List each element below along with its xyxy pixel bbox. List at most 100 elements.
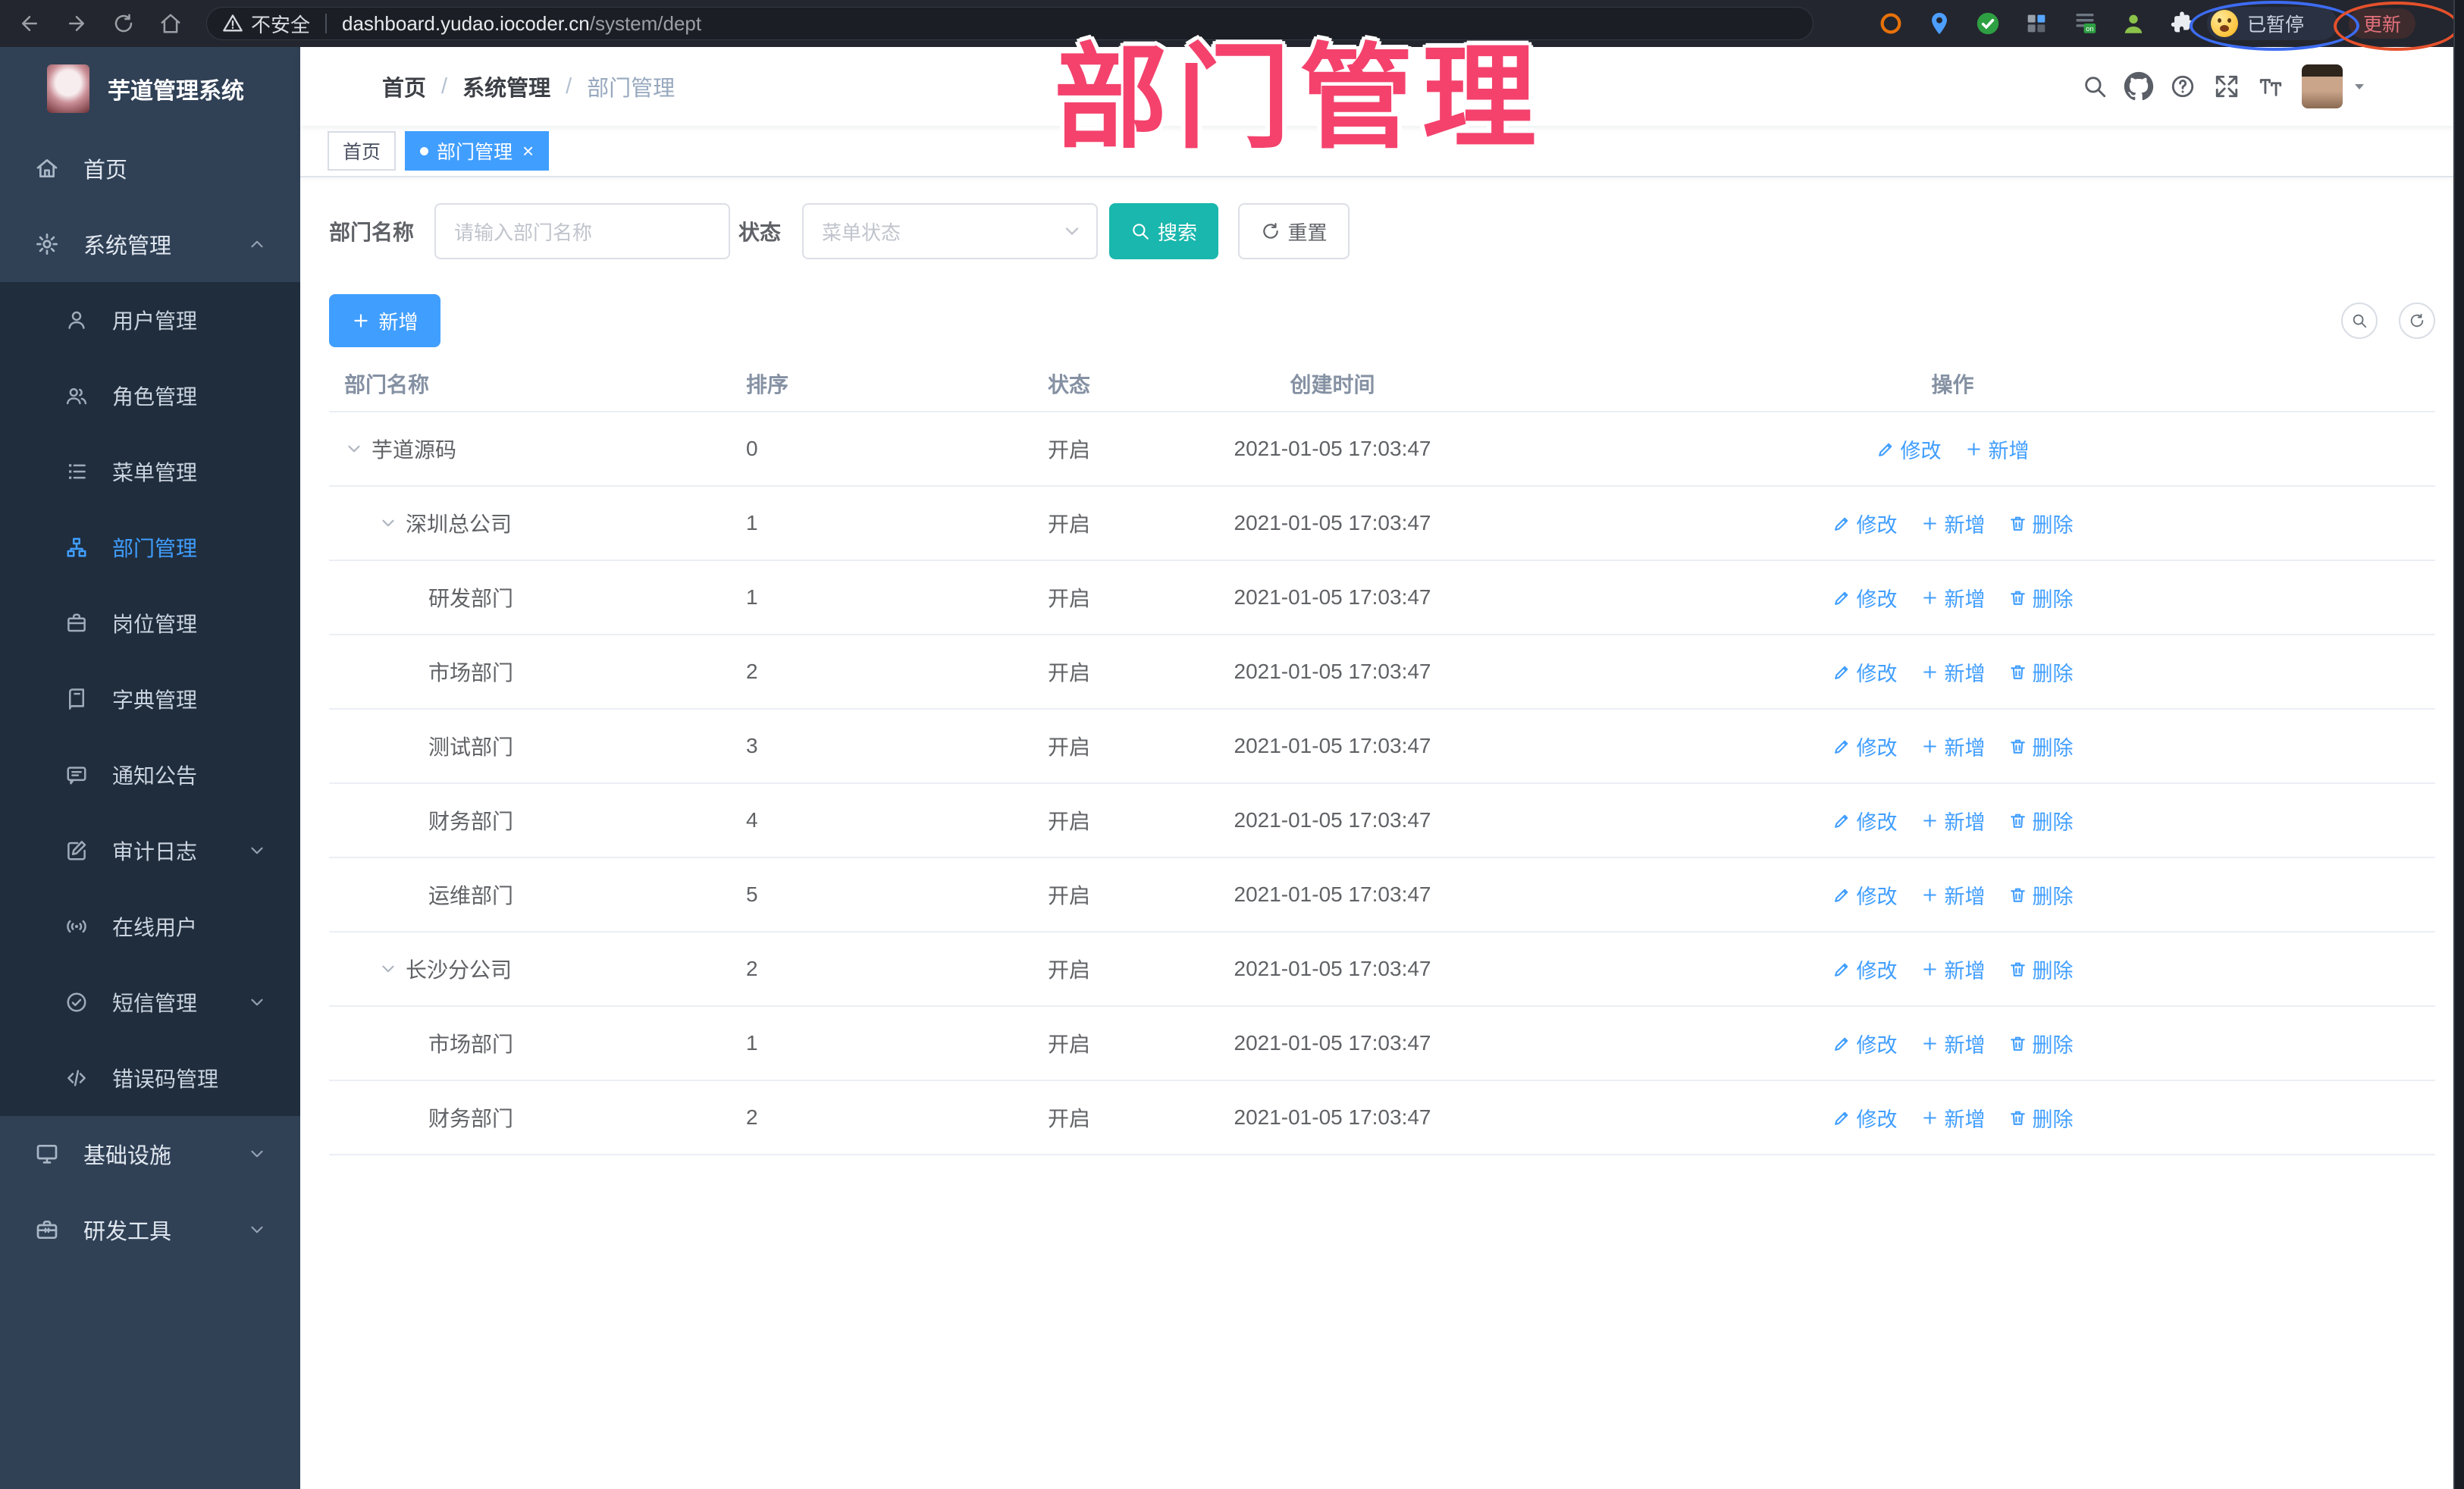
delete-link[interactable]: 删除 [2008, 657, 2074, 687]
sidebar-item-menu[interactable]: 菜单管理 [0, 434, 300, 509]
delete-link[interactable]: 删除 [2008, 732, 2074, 761]
add-link[interactable]: 新增 [1920, 509, 1986, 538]
github-button[interactable] [2117, 64, 2161, 108]
delete-link[interactable]: 删除 [2008, 509, 2074, 538]
add-link[interactable]: 新增 [1920, 880, 1986, 910]
logo-image [47, 64, 89, 113]
sidebar-item-role[interactable]: 角色管理 [0, 358, 300, 434]
edit-link[interactable]: 修改 [1832, 732, 1898, 761]
check-extension-icon[interactable] [1964, 0, 2012, 47]
edit-link-label: 修改 [1856, 1108, 1898, 1131]
delete-link[interactable]: 删除 [2008, 880, 2074, 910]
edit-link[interactable]: 修改 [1832, 657, 1898, 687]
edit-link[interactable]: 修改 [1832, 509, 1898, 538]
sidebar-item-user[interactable]: 用户管理 [0, 282, 300, 358]
add-link-label: 新增 [1944, 662, 1986, 685]
search-button[interactable] [2073, 64, 2117, 108]
created-time-cell: 2021-01-05 17:03:47 [1234, 957, 1431, 980]
profile-paused-chip[interactable]: 已暂停 [2207, 7, 2337, 40]
browser-menu-icon[interactable] [2420, 7, 2437, 40]
url-host[interactable]: dashboard.yudao.iocoder.cn [342, 12, 590, 36]
user-avatar[interactable] [2302, 64, 2343, 108]
search-button[interactable]: 搜索 [1109, 203, 1219, 259]
add-link[interactable]: 新增 [1920, 657, 1986, 687]
tree-expand-icon[interactable] [344, 439, 364, 459]
sidebar-item-system[interactable]: 系统管理 [0, 206, 300, 282]
sidebar-item-post[interactable]: 岗位管理 [0, 585, 300, 661]
edit-link[interactable]: 修改 [1832, 1029, 1898, 1058]
delete-link[interactable]: 删除 [2008, 806, 2074, 835]
delete-link[interactable]: 删除 [2008, 583, 2074, 613]
online-user-icon [65, 915, 88, 938]
add-button[interactable]: 新增 [329, 294, 440, 347]
pin-extension-icon[interactable] [1915, 0, 1964, 47]
grid-extension-icon[interactable] [2012, 0, 2061, 47]
toggle-search-button[interactable] [2341, 303, 2378, 339]
tab-item[interactable]: 首页 [328, 131, 397, 171]
edit-link[interactable]: 修改 [1832, 880, 1898, 910]
url-bar[interactable]: 不安全 dashboard.yudao.iocoder.cn/system/de… [206, 7, 1814, 40]
caret-down-icon[interactable] [2350, 77, 2368, 96]
breadcrumb-separator: / [441, 74, 448, 99]
edit-link[interactable]: 修改 [1832, 806, 1898, 835]
bookmark-star-icon[interactable] [1814, 10, 1841, 37]
person-extension-icon[interactable] [2109, 0, 2158, 47]
window-edge-scrollbar[interactable] [2453, 0, 2464, 1489]
forward-button[interactable] [53, 0, 100, 47]
sidebar-item-dict[interactable]: 字典管理 [0, 661, 300, 737]
delete-link[interactable]: 删除 [2008, 955, 2074, 984]
delete-link[interactable]: 删除 [2008, 1029, 2074, 1058]
edit-link[interactable]: 修改 [1832, 583, 1898, 613]
table-row: 芋道源码 0 开启 2021-01-05 17:03:47 修改 新增 [329, 412, 2435, 487]
sidebar-item-notice[interactable]: 通知公告 [0, 737, 300, 813]
reload-button[interactable] [100, 0, 147, 47]
sidebar-item-dept[interactable]: 部门管理 [0, 509, 300, 585]
breadcrumb-item[interactable]: 系统管理 [462, 71, 550, 102]
add-link[interactable]: 新增 [1920, 1029, 1986, 1058]
app-logo[interactable]: 芋道管理系统 [0, 47, 300, 130]
sidebar-item-auditlog[interactable]: 审计日志 [0, 813, 300, 889]
delete-link[interactable]: 删除 [2008, 1103, 2074, 1133]
audit-log-icon [65, 839, 88, 862]
sidebar-item-devtool[interactable]: 研发工具 [0, 1192, 300, 1268]
tree-expand-icon[interactable] [378, 959, 398, 979]
edit-link[interactable]: 修改 [1876, 434, 1942, 464]
add-link[interactable]: 新增 [1920, 1103, 1986, 1133]
fullscreen-button[interactable] [2205, 64, 2249, 108]
add-link[interactable]: 新增 [1964, 434, 2030, 464]
dept-name-input[interactable]: 请输入部门名称 [434, 203, 731, 259]
edit-link-label: 修改 [1856, 588, 1898, 611]
sidebar-toggle-icon[interactable] [321, 72, 350, 101]
svg-text:on: on [2086, 25, 2093, 33]
add-link[interactable]: 新增 [1920, 732, 1986, 761]
breadcrumb-item[interactable]: 首页 [382, 71, 426, 102]
back-button[interactable] [6, 0, 53, 47]
status-select[interactable]: 菜单状态 [802, 203, 1099, 259]
close-icon[interactable]: × [522, 141, 534, 161]
sidebar-item-errcode[interactable]: 错误码管理 [0, 1040, 300, 1116]
help-button[interactable] [2161, 64, 2205, 108]
tree-expand-icon[interactable] [378, 513, 398, 533]
plus-icon [1920, 514, 1939, 533]
home-chrome-button[interactable] [147, 0, 194, 47]
sidebar-item-online[interactable]: 在线用户 [0, 889, 300, 964]
tab-active[interactable]: 部门管理 × [405, 131, 550, 171]
plus-icon [351, 311, 371, 331]
font-size-button[interactable] [2249, 64, 2293, 108]
security-label[interactable]: 不安全 [251, 10, 310, 38]
onpage-extension-icon[interactable]: on [2061, 0, 2109, 47]
add-link[interactable]: 新增 [1920, 806, 1986, 835]
sidebar-item-infra[interactable]: 基础设施 [0, 1116, 300, 1192]
add-link[interactable]: 新增 [1920, 583, 1986, 613]
chrome-update-button[interactable]: 更新 [2349, 8, 2415, 39]
reset-button[interactable]: 重置 [1238, 203, 1350, 259]
edit-link[interactable]: 修改 [1832, 1103, 1898, 1133]
puzzle-extension-icon[interactable] [2158, 0, 2206, 47]
refresh-table-button[interactable] [2399, 303, 2435, 339]
sidebar-item-home[interactable]: 首页 [0, 130, 300, 206]
add-link[interactable]: 新增 [1920, 955, 1986, 984]
orange-ring-extension-icon[interactable] [1867, 0, 1915, 47]
sidebar-item-sms[interactable]: 短信管理 [0, 964, 300, 1040]
delete-link-label: 删除 [2032, 1033, 2074, 1057]
edit-link[interactable]: 修改 [1832, 955, 1898, 984]
